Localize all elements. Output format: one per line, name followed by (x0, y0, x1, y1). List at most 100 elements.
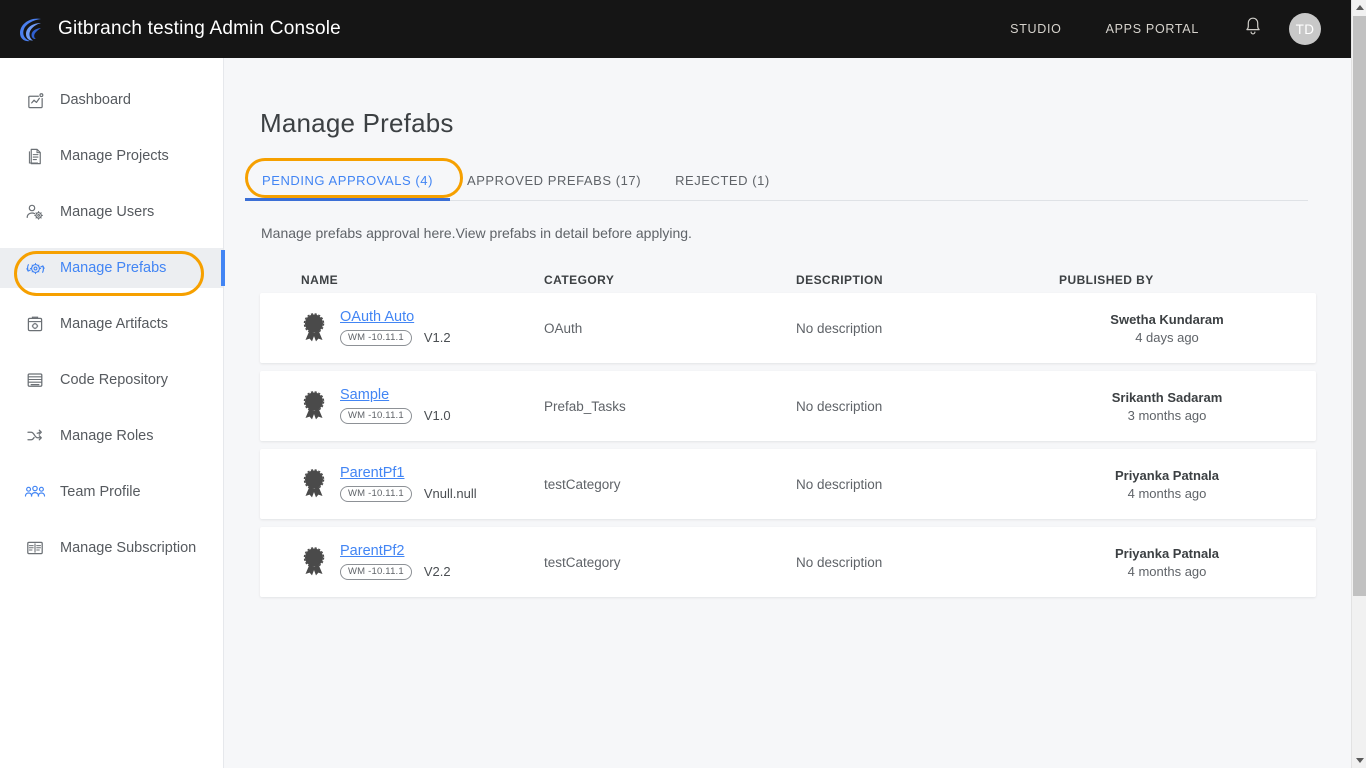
sidebar-item-label: Dashboard (60, 92, 131, 108)
prefab-name-link[interactable]: OAuth Auto (340, 309, 451, 326)
sidebar-item-label: Manage Artifacts (60, 316, 168, 332)
shuffle-roles-icon (24, 425, 46, 447)
scroll-up-triangle (1355, 5, 1364, 10)
page-title: Manage Prefabs (260, 108, 454, 138)
page-subtitle: Manage prefabs approval here.View prefab… (261, 225, 692, 241)
cell-published-by: Priyanka Patnala 4 months ago (1059, 546, 1275, 579)
sidebar-item-label: Manage Subscription (60, 540, 197, 556)
prefab-meta: WM -10.11.1 V1.0 (340, 407, 451, 425)
sidebar-item-team-profile[interactable]: Team Profile (0, 472, 223, 512)
prefab-version: V2.2 (423, 564, 451, 580)
rosette-award-icon (300, 469, 328, 499)
publish-time: 3 months ago (1127, 407, 1207, 423)
sidebar-item-label: Manage Prefabs (60, 260, 167, 276)
prefab-meta: WM -10.11.1 V2.2 (340, 563, 451, 581)
rosette-award-icon (300, 313, 328, 343)
repository-icon (24, 369, 46, 391)
subscription-card-icon (24, 537, 46, 559)
version-badge: WM -10.11.1 (340, 407, 412, 425)
prefab-name-link[interactable]: Sample (340, 387, 451, 404)
rosette-award-icon (300, 391, 328, 421)
scroll-up-arrow-icon[interactable] (1352, 0, 1366, 15)
tab-approved-prefabs[interactable]: APPROVED PREFABS (17) (450, 161, 658, 200)
cell-category: testCategory (544, 554, 621, 570)
publisher-name: Priyanka Patnala (1114, 545, 1220, 561)
prefabs-table: NAME CATEGORY DESCRIPTION PUBLISHED BY O… (260, 267, 1316, 597)
prefab-meta: WM -10.11.1 Vnull.null (340, 485, 477, 503)
name-block: OAuth Auto WM -10.11.1 V1.2 (340, 309, 451, 347)
cell-name: ParentPf1 WM -10.11.1 Vnull.null (260, 465, 544, 503)
page-scrollbar[interactable] (1351, 0, 1366, 768)
tab-rejected[interactable]: REJECTED (1) (658, 161, 787, 200)
scroll-down-arrow-icon[interactable] (1352, 753, 1366, 768)
cell-published-by: Priyanka Patnala 4 months ago (1059, 468, 1275, 501)
cell-description: No description (796, 476, 883, 492)
scrollbar-thumb[interactable] (1353, 16, 1366, 596)
scroll-down-triangle (1355, 758, 1364, 763)
rosette-award-icon (300, 547, 328, 577)
name-block: ParentPf1 WM -10.11.1 Vnull.null (340, 465, 477, 503)
cell-name: ParentPf2 WM -10.11.1 V2.2 (260, 543, 544, 581)
publish-time: 4 days ago (1135, 329, 1199, 345)
column-header-description: DESCRIPTION (796, 273, 883, 287)
team-people-icon (24, 481, 46, 503)
version-badge: WM -10.11.1 (340, 485, 412, 503)
cell-description: No description (796, 554, 883, 570)
table-row[interactable]: ParentPf1 WM -10.11.1 Vnull.null testCat… (260, 449, 1316, 519)
table-header-row: NAME CATEGORY DESCRIPTION PUBLISHED BY (260, 267, 1316, 293)
publish-time: 4 months ago (1127, 485, 1207, 501)
publish-time: 4 months ago (1127, 563, 1207, 579)
table-row[interactable]: Sample WM -10.11.1 V1.0 Prefab_Tasks No … (260, 371, 1316, 441)
publisher-name: Priyanka Patnala (1114, 467, 1220, 483)
publisher-name: Srikanth Sadaram (1111, 389, 1223, 405)
version-badge: WM -10.11.1 (340, 329, 412, 347)
tab-pending-approvals[interactable]: PENDING APPROVALS (4) (245, 161, 450, 201)
sidebar-item-manage-subscription[interactable]: Manage Subscription (0, 528, 223, 568)
cell-name: OAuth Auto WM -10.11.1 V1.2 (260, 309, 544, 347)
top-header-bar: Gitbranch testing Admin Console STUDIO A… (0, 0, 1351, 58)
prefab-version: V1.0 (423, 408, 451, 424)
sidebar-item-manage-users[interactable]: Manage Users (0, 192, 223, 232)
avatar[interactable]: TD (1289, 13, 1321, 45)
brand-area[interactable]: Gitbranch testing Admin Console (0, 14, 341, 44)
table-row[interactable]: OAuth Auto WM -10.11.1 V1.2 OAuth No des… (260, 293, 1316, 363)
sidebar-nav: Dashboard Manage Projects Manage Users M… (0, 58, 225, 768)
sidebar-item-manage-projects[interactable]: Manage Projects (0, 136, 223, 176)
cell-published-by: Swetha Kundaram 4 days ago (1059, 312, 1275, 345)
publisher-name: Swetha Kundaram (1110, 311, 1224, 327)
main-content: Manage Prefabs PENDING APPROVALS (4) APP… (224, 58, 1351, 768)
sidebar-item-label: Manage Projects (60, 148, 169, 164)
topnav-studio[interactable]: STUDIO (988, 22, 1083, 36)
active-indicator-bar (221, 250, 225, 286)
sidebar-item-manage-prefabs[interactable]: Manage Prefabs (0, 248, 225, 288)
sidebar-item-label: Team Profile (60, 484, 141, 500)
user-gear-icon (24, 201, 46, 223)
sidebar-item-label: Code Repository (60, 372, 168, 388)
top-nav: STUDIO APPS PORTAL TD (988, 11, 1351, 47)
sidebar-item-label: Manage Users (60, 204, 155, 220)
app-title: Gitbranch testing Admin Console (58, 18, 341, 39)
name-block: ParentPf2 WM -10.11.1 V2.2 (340, 543, 451, 581)
cell-published-by: Srikanth Sadaram 3 months ago (1059, 390, 1275, 423)
cell-description: No description (796, 398, 883, 414)
sidebar-item-label: Manage Roles (60, 428, 154, 444)
cell-description: No description (796, 320, 883, 336)
sidebar-item-dashboard[interactable]: Dashboard (0, 80, 223, 120)
sidebar-item-code-repository[interactable]: Code Repository (0, 360, 223, 400)
table-row[interactable]: ParentPf2 WM -10.11.1 V2.2 testCategory … (260, 527, 1316, 597)
column-header-category: CATEGORY (544, 273, 615, 287)
sidebar-item-manage-roles[interactable]: Manage Roles (0, 416, 223, 456)
admin-console-app: Gitbranch testing Admin Console STUDIO A… (0, 0, 1366, 768)
topnav-apps-portal[interactable]: APPS PORTAL (1084, 22, 1221, 36)
wave-logo-icon (16, 14, 46, 44)
prefab-name-link[interactable]: ParentPf2 (340, 543, 451, 560)
notifications-button[interactable] (1235, 11, 1271, 47)
bell-icon (1243, 16, 1263, 42)
prefab-gear-refresh-icon (24, 257, 46, 279)
cell-category: OAuth (544, 320, 583, 336)
artifact-box-icon (24, 313, 46, 335)
sidebar-item-manage-artifacts[interactable]: Manage Artifacts (0, 304, 223, 344)
prefab-name-link[interactable]: ParentPf1 (340, 465, 477, 482)
prefab-meta: WM -10.11.1 V1.2 (340, 329, 451, 347)
column-header-published-by: PUBLISHED BY (1059, 273, 1154, 287)
